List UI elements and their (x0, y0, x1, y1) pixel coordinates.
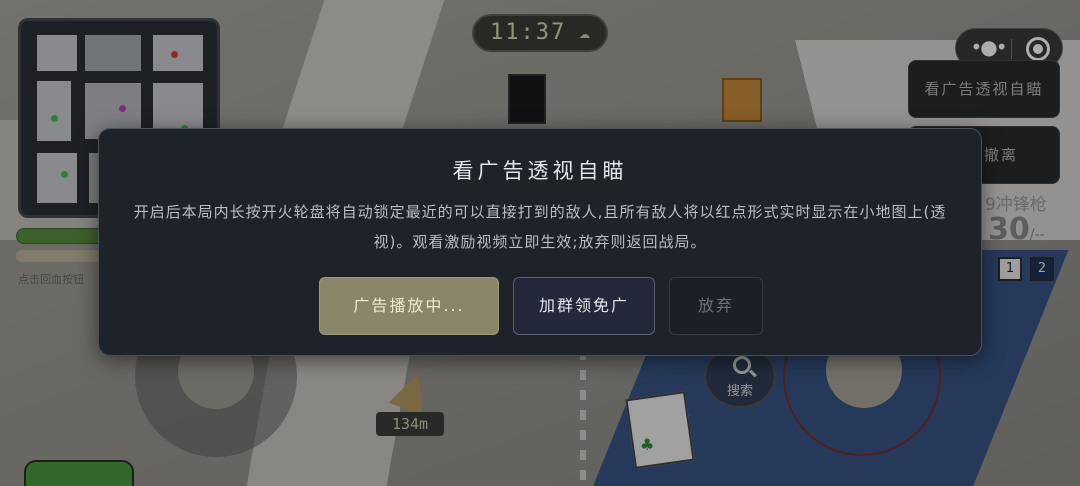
ad-playing-button[interactable]: 广告播放中... (319, 277, 499, 335)
join-group-button[interactable]: 加群领免广 (513, 277, 655, 335)
dialog-title: 看广告透视自瞄 (452, 159, 628, 183)
aimbot-ad-dialog: 看广告透视自瞄 开启后本局内长按开火轮盘将自动锁定最近的可以直接打到的敌人,且所… (98, 128, 982, 356)
give-up-button[interactable]: 放弃 (669, 277, 763, 335)
dialog-description: 开启后本局内长按开火轮盘将自动锁定最近的可以直接打到的敌人,且所有敌人将以红点形… (133, 203, 947, 251)
